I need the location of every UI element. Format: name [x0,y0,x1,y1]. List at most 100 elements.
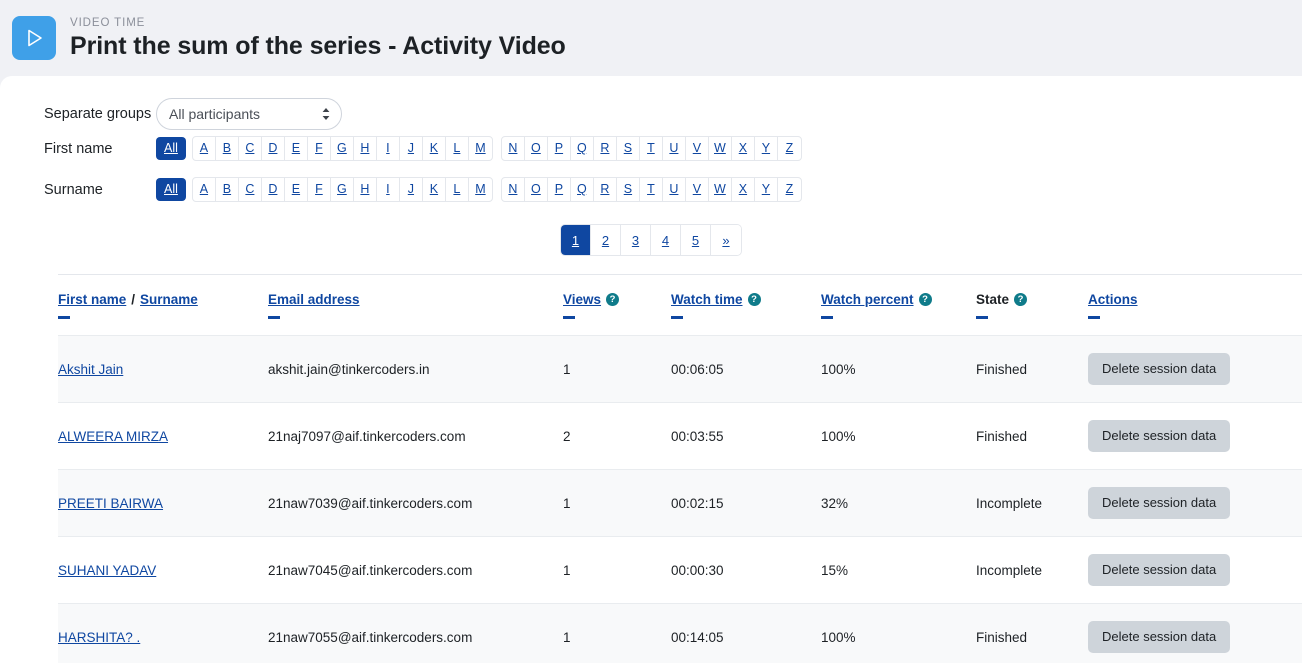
letter-filter-o[interactable]: O [525,137,548,160]
cell-participant-name: SUHANI YADAV [58,537,268,604]
separate-groups-value: All participants [169,106,260,122]
page-link-4[interactable]: 4 [651,225,681,255]
letter-filter-w[interactable]: W [709,178,732,201]
letter-filter-g[interactable]: G [331,137,354,160]
letter-filter-a[interactable]: A [193,178,216,201]
letter-filter-y[interactable]: Y [755,178,778,201]
help-icon[interactable]: ? [606,293,619,306]
letter-filter-z[interactable]: Z [778,137,801,160]
cell-state: Finished [976,336,1088,403]
letter-filter-t[interactable]: T [640,178,663,201]
letter-filter-u[interactable]: U [663,137,686,160]
letter-filter-z[interactable]: Z [778,178,801,201]
letter-filter-r[interactable]: R [594,178,617,201]
letter-filter-l[interactable]: L [446,137,469,160]
column-header-watch-percent[interactable]: Watch percent? [821,275,976,336]
column-header-label[interactable]: Watch percent [821,292,914,307]
letter-filter-j[interactable]: J [400,178,423,201]
column-header-views[interactable]: Views? [563,275,671,336]
letter-filter-b[interactable]: B [216,178,239,201]
letter-filter-j[interactable]: J [400,137,423,160]
column-header-label[interactable]: Actions [1088,292,1138,307]
letter-filter-e[interactable]: E [285,137,308,160]
letter-filter-m[interactable]: M [469,137,492,160]
letter-filter-k[interactable]: K [423,178,446,201]
separate-groups-select[interactable]: All participants [156,98,342,130]
letter-filter-q[interactable]: Q [571,137,594,160]
letter-filter-k[interactable]: K [423,137,446,160]
letter-filter-s[interactable]: S [617,178,640,201]
page-title: Print the sum of the series - Activity V… [70,31,566,61]
participant-name-link[interactable]: SUHANI YADAV [58,563,156,578]
letter-filter-w[interactable]: W [709,137,732,160]
column-header-label[interactable]: Views [563,292,601,307]
column-header-separator: / [131,292,135,307]
letter-filter-g[interactable]: G [331,178,354,201]
letter-filter-e[interactable]: E [285,178,308,201]
delete-session-data-button[interactable]: Delete session data [1088,554,1230,586]
letter-filter-p[interactable]: P [548,178,571,201]
letter-filter-o[interactable]: O [525,178,548,201]
letter-filter-n[interactable]: N [502,178,525,201]
delete-session-data-button[interactable]: Delete session data [1088,420,1230,452]
column-header-label[interactable]: Watch time [671,292,743,307]
letter-filter-x[interactable]: X [732,178,755,201]
help-icon[interactable]: ? [748,293,761,306]
letter-filter-n[interactable]: N [502,137,525,160]
column-header-label[interactable]: First name [58,292,126,307]
letter-filter-v[interactable]: V [686,137,709,160]
cell-email: 21naw7039@aif.tinkercoders.com [268,470,563,537]
help-icon[interactable]: ? [1014,293,1027,306]
surname-all-button[interactable]: All [156,178,186,201]
help-icon[interactable]: ? [919,293,932,306]
letter-filter-s[interactable]: S [617,137,640,160]
letter-filter-u[interactable]: U [663,178,686,201]
column-header-actions[interactable]: Actions [1088,275,1302,336]
letter-filter-i[interactable]: I [377,137,400,160]
letter-filter-h[interactable]: H [354,178,377,201]
participant-name-link[interactable]: ALWEERA MIRZA [58,429,168,444]
letter-filter-x[interactable]: X [732,137,755,160]
firstname-all-button[interactable]: All [156,137,186,160]
page-link-2[interactable]: 2 [591,225,621,255]
column-header-email-address[interactable]: Email address [268,275,563,336]
main-card: Separate groups All participants First n… [0,76,1302,663]
separate-groups-row: Separate groups All participants [44,98,1302,130]
delete-session-data-button[interactable]: Delete session data [1088,487,1230,519]
letter-filter-c[interactable]: C [239,178,262,201]
letter-filter-r[interactable]: R [594,137,617,160]
letter-filter-h[interactable]: H [354,137,377,160]
letter-filter-d[interactable]: D [262,178,285,201]
page-link-5[interactable]: 5 [681,225,711,255]
page-link-1[interactable]: 1 [561,225,591,255]
pagination: 12345» [560,224,742,256]
participant-name-link[interactable]: PREETI BAIRWA [58,496,163,511]
page-link-3[interactable]: 3 [621,225,651,255]
letter-filter-i[interactable]: I [377,178,400,201]
letter-filter-p[interactable]: P [548,137,571,160]
participant-name-link[interactable]: HARSHITA? . [58,630,140,645]
letter-filter-c[interactable]: C [239,137,262,160]
letter-filter-q[interactable]: Q [571,178,594,201]
letter-filter-a[interactable]: A [193,137,216,160]
firstname-initials: All ABCDEFGHIJKLM NOPQRSTUVWXYZ [156,136,802,161]
column-header-first-name[interactable]: First name / Surname [58,275,268,336]
letter-filter-y[interactable]: Y [755,137,778,160]
column-header-label-secondary[interactable]: Surname [140,292,198,307]
cell-email: 21naw7055@aif.tinkercoders.com [268,604,563,663]
column-header-label[interactable]: Email address [268,292,360,307]
cell-state: Finished [976,604,1088,663]
letter-filter-l[interactable]: L [446,178,469,201]
letter-filter-v[interactable]: V [686,178,709,201]
letter-filter-f[interactable]: F [308,137,331,160]
column-header-watch-time[interactable]: Watch time? [671,275,821,336]
page-next-button[interactable]: » [711,225,741,255]
delete-session-data-button[interactable]: Delete session data [1088,621,1230,653]
letter-filter-d[interactable]: D [262,137,285,160]
letter-filter-m[interactable]: M [469,178,492,201]
delete-session-data-button[interactable]: Delete session data [1088,353,1230,385]
participant-name-link[interactable]: Akshit Jain [58,362,123,377]
letter-filter-b[interactable]: B [216,137,239,160]
letter-filter-t[interactable]: T [640,137,663,160]
letter-filter-f[interactable]: F [308,178,331,201]
